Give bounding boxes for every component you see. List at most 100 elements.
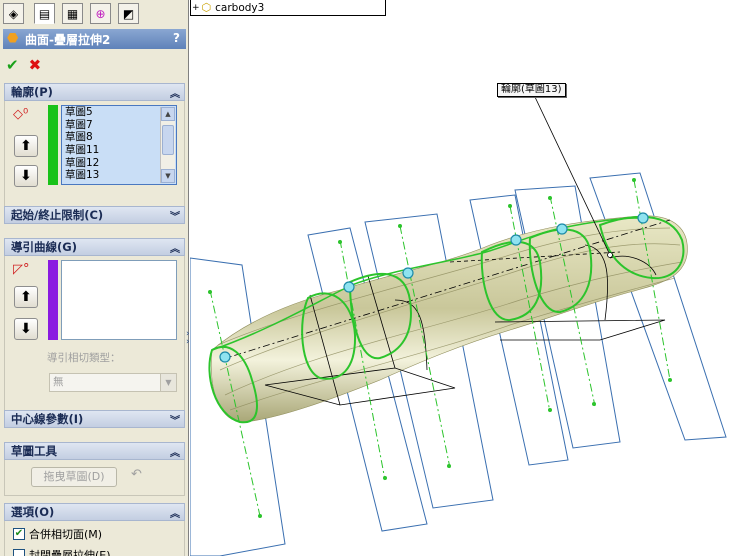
callout-anchor [607,252,613,258]
arrow-up-icon: ⬆ [20,289,32,305]
list-item[interactable]: 草圖5 [62,106,176,119]
connector-point [556,223,568,235]
centerline-section-label: 中心線參數(I) [11,412,84,426]
property-manager-panel: ◈ ▤ ▦ ⊕ ◩ ⬣ 曲面-疊層拉伸2 ? ✔ ✖ 輪廓(P) ︽ ◇⁰ 草圖… [0,0,189,556]
dimxpert-tab-icon: ⊕ [95,6,106,21]
guide-curves-section-header[interactable]: 導引曲線(G) ︽ [4,238,185,256]
scroll-thumb[interactable] [162,125,174,155]
collapse-chevron-icon[interactable]: ︽ [170,444,180,459]
merge-tangent-faces-label: 合併相切面(M) [29,528,103,541]
move-up-button[interactable]: ⬆ [14,135,38,157]
sketch-tools-section-label: 草圖工具 [11,444,57,458]
close-loft-label: 封閉疊層拉伸(E) [29,549,111,556]
profiles-section-body: ◇⁰ 草圖5 草圖7 草圖8 草圖11 草圖12 草圖13 ▲ ▼ ⬆ ⬇ [4,101,185,209]
start-end-section-header[interactable]: 起始/終止限制(C) ︾ [4,206,185,224]
cancel-button[interactable]: ✖ [29,56,42,74]
display-manager-tab-icon: ◩ [122,6,135,21]
move-up-button[interactable]: ⬆ [14,286,38,308]
options-section-header[interactable]: 選項(O) ︽ [4,503,185,521]
profiles-listbox[interactable]: 草圖5 草圖7 草圖8 草圖11 草圖12 草圖13 ▲ ▼ [61,105,177,185]
options-section-body: ✔ 合併相切面(M) 封閉疊層拉伸(E) [4,521,185,556]
property-manager-tab[interactable]: ▤ [34,3,55,24]
expand-chevron-icon[interactable]: ︾ [170,412,180,427]
profiles-section-label: 輪廓(P) [11,85,53,99]
guide-curves-listbox[interactable] [61,260,177,340]
profiles-section-header[interactable]: 輪廓(P) ︽ [4,83,185,101]
sketch-plane [589,172,727,441]
feature-tree-flyout[interactable]: + ⬡ carbody3 [190,0,386,16]
manager-tab-bar: ◈ ▤ ▦ ⊕ ◩ [0,0,188,26]
scroll-up-arrow-icon[interactable]: ▲ [161,107,175,121]
feature-title-bar: ⬣ 曲面-疊層拉伸2 ? [3,29,186,49]
guide-curves-section-label: 導引曲線(G) [11,240,77,254]
loft-surface-body[interactable] [211,215,688,423]
ok-cancel-bar: ✔ ✖ [6,56,41,74]
profile-callout[interactable]: 輪廓(草圖13) [497,83,566,97]
guide-curves-section-body: ◸° ⬆ ⬇ 導引相切類型： 無 ▼ [4,256,185,414]
move-down-button[interactable]: ⬇ [14,318,38,340]
arrow-up-icon: ⬆ [20,138,32,154]
tangency-type-value: 無 [53,376,64,388]
guide-curve-color-bar [48,260,58,340]
chevron-down-icon: ▼ [160,374,176,391]
configuration-manager-tab[interactable]: ▦ [62,3,83,24]
connector-point [402,267,414,279]
profile-color-bar [48,105,58,185]
centerline-section-header[interactable]: 中心線參數(I) ︾ [4,410,185,428]
expand-chevron-icon[interactable]: ︾ [170,208,180,223]
feature-title: 曲面-疊層拉伸2 [25,32,111,47]
sketch-tools-section-body: 拖曳草圖(D) ↶ [4,460,185,496]
drag-sketch-button[interactable]: 拖曳草圖(D) [31,467,117,487]
property-manager-tab-icon: ▤ [38,6,51,21]
merge-tangent-faces-option[interactable]: ✔ 合併相切面(M) [13,526,102,542]
list-item[interactable]: 草圖13 [62,169,176,182]
options-section: 選項(O) ︽ ✔ 合併相切面(M) 封閉疊層拉伸(E) [4,503,185,556]
collapse-chevron-icon[interactable]: ︽ [170,85,180,100]
graphics-area[interactable]: + ⬡ carbody3 輪廓(草圖13) [190,0,749,556]
start-end-constraints-section: 起始/終止限制(C) ︾ [4,206,185,224]
profile-icon: ◇⁰ [13,107,29,122]
close-loft-option[interactable]: 封閉疊層拉伸(E) [13,547,111,556]
ok-button[interactable]: ✔ [6,56,19,74]
connector-point [510,234,522,246]
close-loft-checkbox[interactable] [13,549,25,556]
dimxpert-tab[interactable]: ⊕ [90,3,111,24]
list-item[interactable]: 草圖7 [62,119,176,132]
scroll-down-arrow-icon[interactable]: ▼ [161,169,175,183]
list-item[interactable]: 草圖12 [62,157,176,170]
guide-curve-icon: ◸° [13,262,30,277]
loft-surface-icon: ⬣ [7,31,19,46]
model-viewport-canvas[interactable] [190,0,749,556]
connector-point [637,212,649,224]
connector-point [343,281,355,293]
options-section-label: 選項(O) [11,505,55,519]
list-item[interactable]: 草圖8 [62,131,176,144]
feature-manager-tab-icon: ◈ [8,6,19,21]
sketch-tools-section: 草圖工具 ︽ 拖曳草圖(D) ↶ [4,442,185,496]
part-icon: ⬡ [201,1,212,14]
sketch-tools-section-header[interactable]: 草圖工具 ︽ [4,442,185,460]
list-item[interactable]: 草圖11 [62,144,176,157]
feature-manager-tab[interactable]: ◈ [3,3,24,24]
configuration-manager-tab-icon: ▦ [66,6,79,21]
tangency-type-label: 導引相切類型： [47,352,121,364]
collapse-chevron-icon[interactable]: ︽ [170,505,180,520]
move-down-button[interactable]: ⬇ [14,165,38,187]
help-button[interactable]: ? [173,31,180,45]
undo-icon[interactable]: ↶ [131,467,142,482]
arrow-down-icon: ⬇ [20,168,32,184]
expand-icon[interactable]: + [192,3,200,13]
profiles-scrollbar[interactable]: ▲ ▼ [160,107,175,183]
centerline-parameters-section: 中心線參數(I) ︾ [4,410,185,428]
tangency-type-select[interactable]: 無 ▼ [49,373,177,392]
tree-node-label[interactable]: carbody3 [215,2,264,14]
start-end-section-label: 起始/終止限制(C) [11,208,104,222]
profiles-section: 輪廓(P) ︽ ◇⁰ 草圖5 草圖7 草圖8 草圖11 草圖12 草圖13 ▲ … [4,83,185,209]
connector-point [219,351,231,363]
arrow-down-icon: ⬇ [20,321,32,337]
guide-curves-section: 導引曲線(G) ︽ ◸° ⬆ ⬇ 導引相切類型： 無 ▼ [4,238,185,414]
collapse-chevron-icon[interactable]: ︽ [170,240,180,255]
display-manager-tab[interactable]: ◩ [118,3,139,24]
merge-tangent-faces-checkbox[interactable]: ✔ [13,528,25,540]
solidworks-window: ◈ ▤ ▦ ⊕ ◩ ⬣ 曲面-疊層拉伸2 ? ✔ ✖ 輪廓(P) ︽ ◇⁰ 草圖… [0,0,749,556]
